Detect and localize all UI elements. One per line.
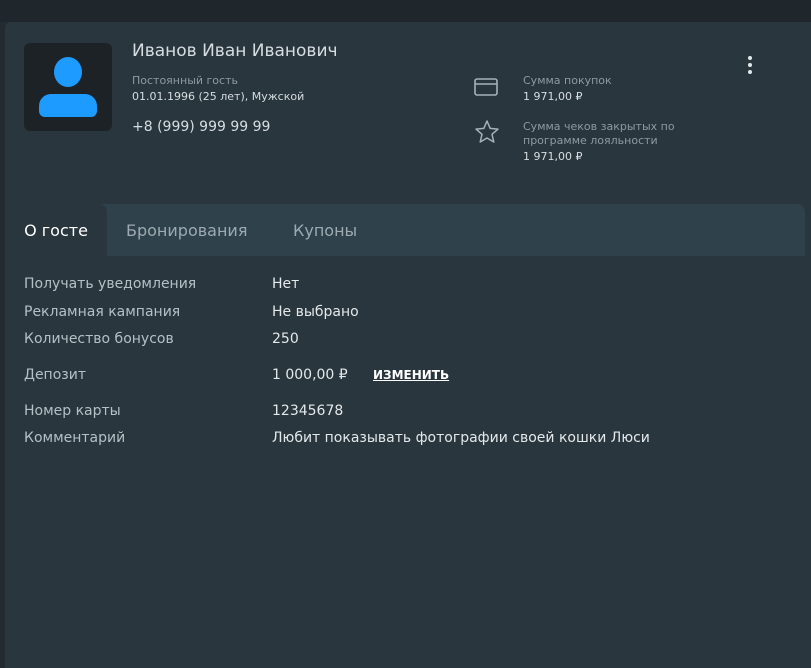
avatar-body-shape <box>39 94 97 117</box>
tab-bookings[interactable]: Бронирования <box>126 204 247 256</box>
bonus-label: Количество бонусов <box>24 331 174 347</box>
tab-bar: О госте Бронирования Купоны <box>5 204 805 256</box>
bonus-value: 250 <box>272 331 299 347</box>
comment-value: Любит показывать фотографии своей кошки … <box>272 430 650 446</box>
top-bar <box>0 0 811 22</box>
loyalty-value: 1 971,00 ₽ <box>523 150 583 163</box>
card-number-value: 12345678 <box>272 403 344 419</box>
notifications-value: Нет <box>272 276 300 292</box>
more-options-button[interactable] <box>740 52 760 78</box>
guest-birth-info: 01.01.1996 (25 лет), Мужской <box>132 90 305 103</box>
purchases-label: Сумма покупок <box>523 74 612 87</box>
guest-name: Иванов Иван Иванович <box>132 41 338 61</box>
guest-phone: +8 (999) 999 99 99 <box>132 119 271 135</box>
more-vertical-icon-dot <box>748 63 752 67</box>
guest-card: Иванов Иван Иванович Постоянный гость 01… <box>5 22 811 668</box>
guest-status: Постоянный гость <box>132 74 238 87</box>
more-vertical-icon-dot <box>748 56 752 60</box>
campaign-value: Не выбрано <box>272 304 359 320</box>
tab-coupons[interactable]: Купоны <box>293 204 357 256</box>
guest-avatar <box>24 43 112 131</box>
change-deposit-link[interactable]: ИЗМЕНИТЬ <box>373 368 449 382</box>
card-number-label: Номер карты <box>24 403 121 419</box>
purchases-value: 1 971,00 ₽ <box>523 90 583 103</box>
avatar-head-shape <box>54 57 82 87</box>
tab-about-guest[interactable]: О госте <box>5 204 107 256</box>
more-vertical-icon-dot <box>748 70 752 74</box>
campaign-label: Рекламная кампания <box>24 304 181 320</box>
comment-label: Комментарий <box>24 430 126 446</box>
loyalty-label: Сумма чеков закрытых по программе лояльн… <box>523 120 675 147</box>
star-icon <box>475 120 499 143</box>
deposit-value: 1 000,00 ₽ <box>272 367 348 383</box>
notifications-label: Получать уведомления <box>24 276 197 292</box>
credit-card-icon <box>474 78 498 96</box>
deposit-label: Депозит <box>24 367 86 383</box>
